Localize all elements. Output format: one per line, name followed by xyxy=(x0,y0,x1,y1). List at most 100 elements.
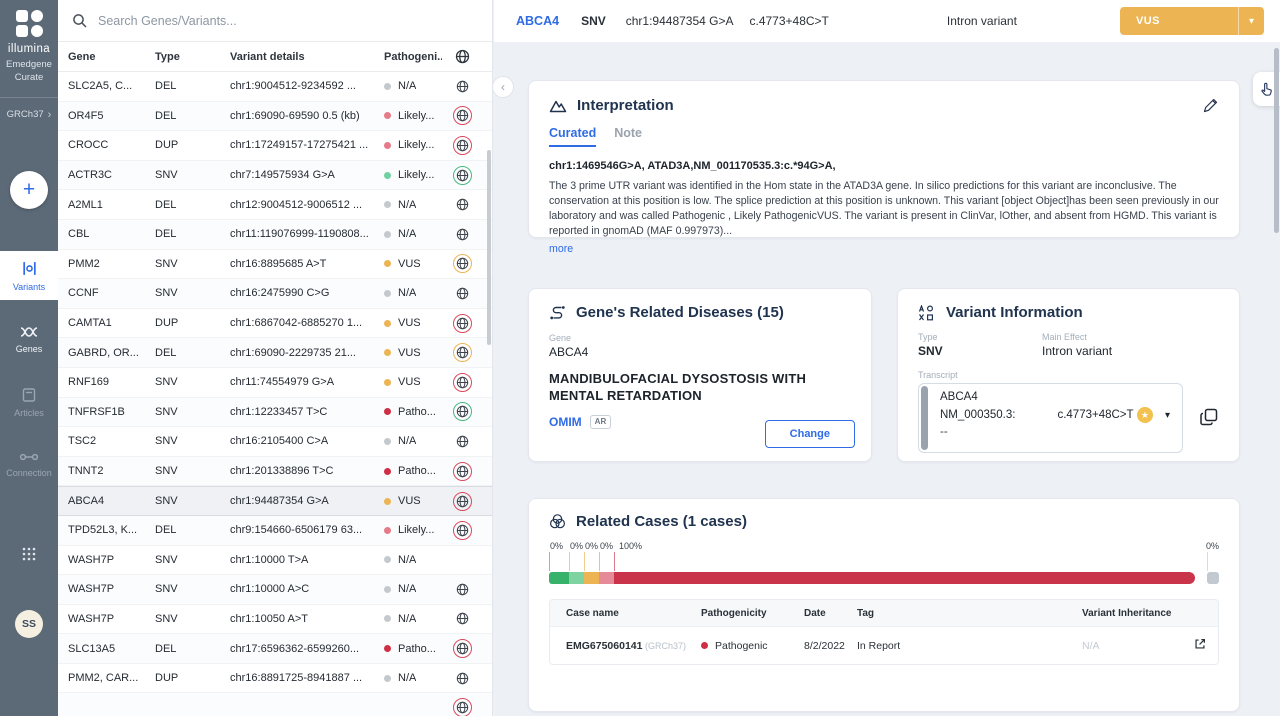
table-row[interactable]: ACTR3CSNVchr7:149575934 G>ALikely... xyxy=(58,161,492,191)
globe-button[interactable] xyxy=(453,402,472,421)
apps-grid-icon[interactable] xyxy=(21,546,37,562)
sidebar-item-connection[interactable]: Connection xyxy=(0,442,58,486)
type-cell: SNV xyxy=(155,583,230,595)
sidebar-item-articles[interactable]: Articles xyxy=(0,378,58,426)
table-row[interactable]: TNNT2SNVchr1:201338896 T>CPatho... xyxy=(58,457,492,487)
table-row[interactable]: ABCA4SNVchr1:94487354 G>AVUS xyxy=(58,486,492,516)
globe-button[interactable] xyxy=(453,698,472,716)
globe-button[interactable] xyxy=(456,435,469,448)
globe-cell xyxy=(442,639,482,658)
table-row[interactable]: CBLDELchr11:119076999-1190808...N/A xyxy=(58,220,492,250)
pathogenicity-cell: Patho... xyxy=(372,406,442,418)
main-area: ABCA4 SNV chr1:94487354 G>A c.4773+48C>T… xyxy=(494,0,1280,716)
table-row[interactable]: PMM2SNVchr16:8895685 A>TVUS xyxy=(58,250,492,280)
table-row[interactable]: CROCCDUPchr1:17249157-17275421 ...Likely… xyxy=(58,131,492,161)
sidebar-item-genes[interactable]: Genes xyxy=(0,316,58,362)
classification-dropdown[interactable]: VUS ▾ xyxy=(1120,7,1264,35)
interpretation-body: The 3 prime UTR variant was identified i… xyxy=(549,179,1219,239)
table-row[interactable]: GABRD, OR...DELchr1:69090-2229735 21...V… xyxy=(58,338,492,368)
search-input[interactable] xyxy=(98,14,492,28)
transcript-box[interactable]: ABCA4 NM_000350.3: c.4773+48C>T ★ ▾ -- xyxy=(918,383,1183,453)
transcript-note: -- xyxy=(940,426,1170,438)
globe-button[interactable] xyxy=(453,521,472,540)
open-case-button[interactable] xyxy=(1182,637,1218,654)
globe-button[interactable] xyxy=(453,254,472,273)
table-row[interactable] xyxy=(58,693,492,716)
edit-interpretation-button[interactable] xyxy=(1202,97,1219,117)
column-header-details[interactable]: Variant details xyxy=(230,51,372,63)
column-header-type[interactable]: Type xyxy=(155,51,230,63)
globe-button[interactable] xyxy=(453,492,472,511)
table-row[interactable]: CAMTA1DUPchr1:6867042-6885270 1...VUS xyxy=(58,309,492,339)
sidebar-item-variants[interactable]: Variants xyxy=(0,251,58,300)
classification-label[interactable]: VUS xyxy=(1120,7,1238,35)
caret-down-icon[interactable]: ▾ xyxy=(1165,410,1170,421)
variant-details-cell: chr1:69090-69590 0.5 (kb) xyxy=(230,110,372,122)
transcript-hgvs: c.4773+48C>T xyxy=(1057,409,1133,421)
user-avatar[interactable]: SS xyxy=(15,610,43,638)
globe-button[interactable] xyxy=(456,583,469,596)
variant-gene-link[interactable]: ABCA4 xyxy=(516,14,559,28)
pathogenicity-label: Likely... xyxy=(398,169,434,181)
type-cell: SNV xyxy=(155,406,230,418)
table-row[interactable]: TSC2SNVchr16:2105400 C>AN/A xyxy=(58,427,492,457)
globe-button[interactable] xyxy=(453,106,472,125)
globe-cell xyxy=(442,698,482,716)
globe-icon xyxy=(456,376,469,389)
collapse-panel-button[interactable]: ‹ xyxy=(492,76,514,98)
table-row[interactable]: WASH7PSNVchr1:10000 A>CN/A xyxy=(58,575,492,605)
table-row[interactable]: OR4F5DELchr1:69090-69590 0.5 (kb)Likely.… xyxy=(58,102,492,132)
table-row[interactable]: WASH7PSNVchr1:10050 A>TN/A xyxy=(58,605,492,635)
change-disease-button[interactable]: Change xyxy=(765,420,855,448)
globe-button[interactable] xyxy=(456,672,469,685)
column-header-globe[interactable] xyxy=(442,49,482,64)
transcript-scrollbar[interactable] xyxy=(921,386,928,450)
column-header-gene[interactable]: Gene xyxy=(58,51,155,63)
globe-button[interactable] xyxy=(456,198,469,211)
canonical-star-icon: ★ xyxy=(1137,407,1153,423)
copy-button[interactable] xyxy=(1199,407,1219,430)
pathogenicity-cell: Likely... xyxy=(372,169,442,181)
caret-down-icon[interactable]: ▾ xyxy=(1238,7,1264,35)
more-link[interactable]: more xyxy=(549,243,573,255)
table-row[interactable]: WASH7PSNVchr1:10000 T>AN/A xyxy=(58,546,492,576)
main-scrollbar[interactable] xyxy=(1274,48,1279,233)
genome-build-selector[interactable]: GRCh37 › xyxy=(7,109,52,121)
globe-button[interactable] xyxy=(453,314,472,333)
external-link-icon xyxy=(1193,637,1207,651)
tab-note[interactable]: Note xyxy=(614,126,642,147)
table-row[interactable]: SLC2A5, C...DELchr1:9004512-9234592 ...N… xyxy=(58,72,492,102)
table-row[interactable]: SLC13A5DELchr17:6596362-6599260...Patho.… xyxy=(58,634,492,664)
pathogenicity-cell: N/A xyxy=(372,80,442,92)
table-row[interactable]: RNF169SNVchr11:74554979 G>AVUS xyxy=(58,368,492,398)
table-row[interactable]: CCNFSNVchr16:2475990 C>GN/A xyxy=(58,279,492,309)
globe-button[interactable] xyxy=(453,136,472,155)
globe-button[interactable] xyxy=(456,287,469,300)
globe-button[interactable] xyxy=(456,228,469,241)
globe-button[interactable] xyxy=(456,80,469,93)
table-row[interactable]: TPD52L3, K...DELchr9:154660-6506179 63..… xyxy=(58,516,492,546)
list-scrollbar[interactable] xyxy=(487,150,491,345)
globe-button[interactable] xyxy=(453,166,472,185)
column-header-pathogenicity[interactable]: Pathogeni... xyxy=(372,51,442,63)
globe-button[interactable] xyxy=(456,612,469,625)
table-row[interactable]: TNFRSF1BSNVchr1:12233457 T>CPatho... xyxy=(58,398,492,428)
type-cell: SNV xyxy=(155,435,230,447)
add-button[interactable]: + xyxy=(10,171,48,209)
type-cell: DEL xyxy=(155,199,230,211)
tab-curated[interactable]: Curated xyxy=(549,126,596,147)
globe-button[interactable] xyxy=(453,462,472,481)
table-row[interactable]: A2ML1DELchr12:9004512-9006512 ...N/A xyxy=(58,190,492,220)
globe-button[interactable] xyxy=(453,373,472,392)
globe-button[interactable] xyxy=(453,639,472,658)
case-row[interactable]: EMG675060141 (GRCh37)Pathogenic8/2/2022I… xyxy=(550,626,1218,664)
globe-icon xyxy=(456,612,469,625)
globe-button[interactable] xyxy=(453,343,472,362)
type-cell: DEL xyxy=(155,228,230,240)
omim-link[interactable]: OMIM xyxy=(549,415,582,429)
globe-cell xyxy=(442,435,482,448)
pathogenicity-label: N/A xyxy=(398,613,416,625)
distribution-bar xyxy=(549,572,1219,584)
genes-icon xyxy=(19,325,39,339)
table-row[interactable]: PMM2, CAR...DUPchr16:8891725-8941887 ...… xyxy=(58,664,492,694)
